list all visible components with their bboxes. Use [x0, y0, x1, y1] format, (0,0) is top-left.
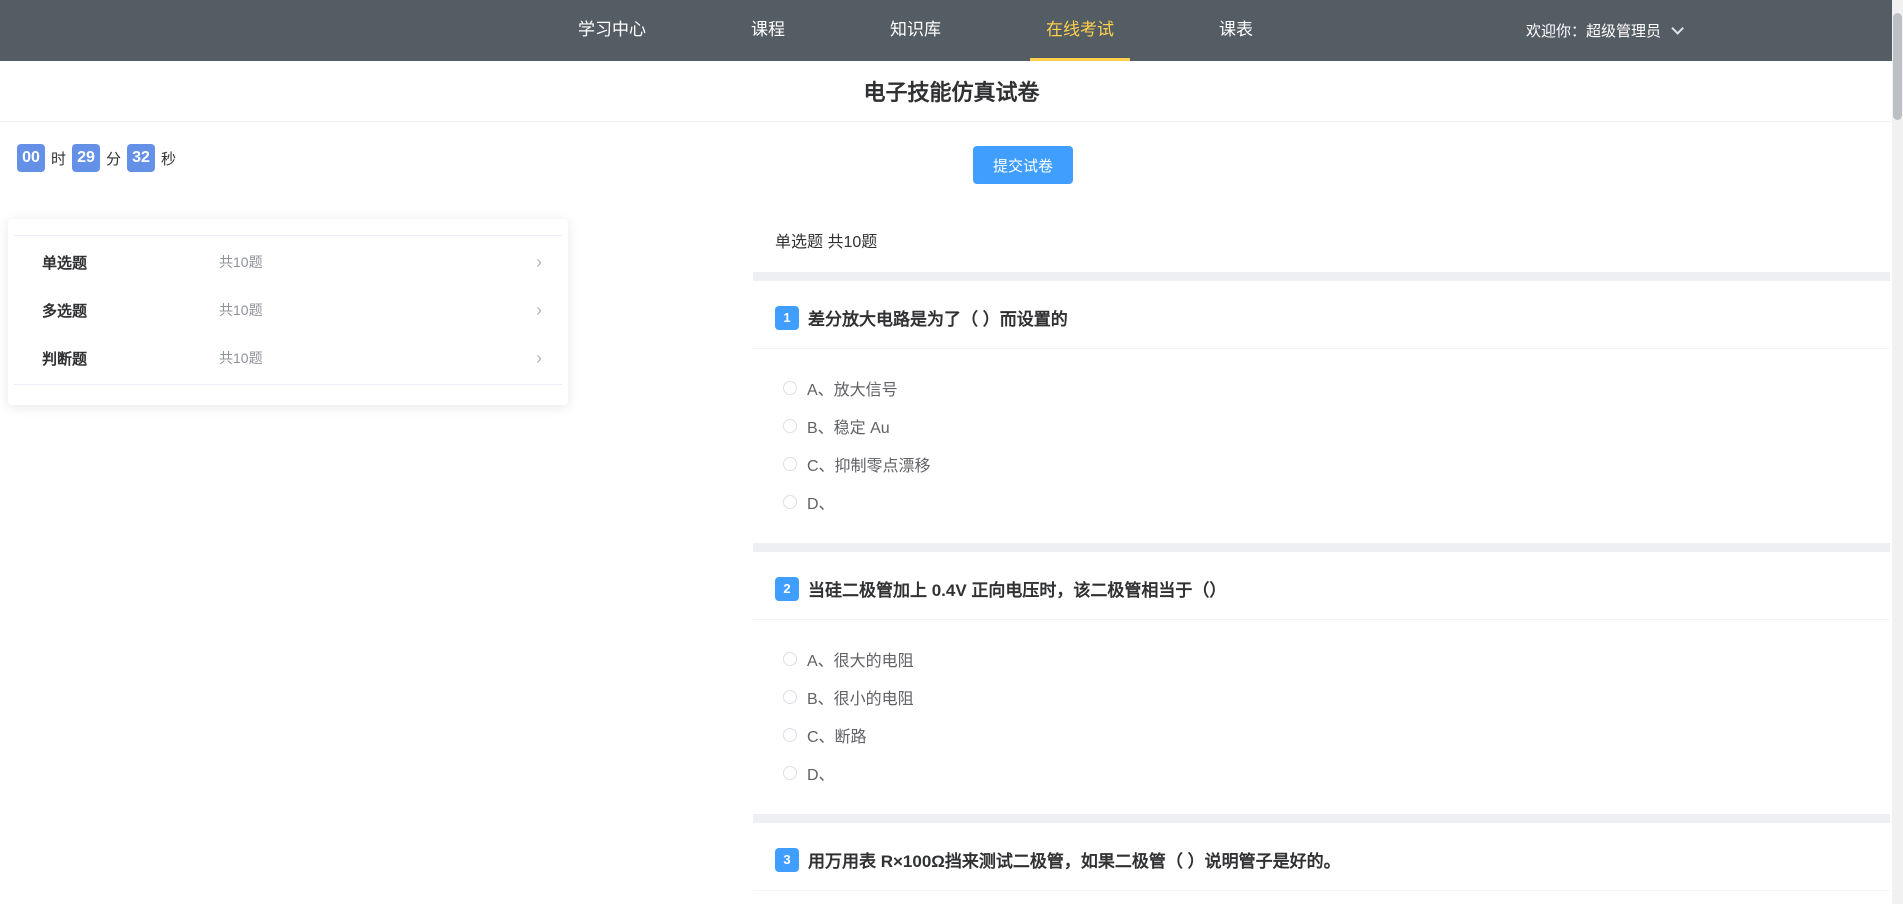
radio-button[interactable]	[783, 381, 797, 395]
radio-button[interactable]	[783, 690, 797, 704]
question-nav-card: 单选题 共10题 › 多选题 共10题 › 判断题 共10题 ›	[8, 219, 568, 405]
exam-timer: 00 时 29 分 32 秒	[17, 144, 176, 172]
options-list: A、放大信号 B、稳定 Au C、抑制零点漂移	[753, 349, 1890, 543]
main-nav: 学习中心 课程 知识库 在线考试 课表	[562, 0, 1269, 61]
radio-button[interactable]	[783, 495, 797, 509]
options-list: A、很大的电阻 B、很小的电阻 C、断路	[753, 620, 1890, 814]
welcome-text: 欢迎你：超级管理员	[1526, 20, 1661, 41]
toolbar-row: 00 时 29 分 32 秒 提交试卷	[0, 123, 1903, 200]
submit-exam-button[interactable]: 提交试卷	[973, 146, 1073, 184]
question-header: 1 差分放大电路是为了（ ）而设置的	[753, 281, 1890, 348]
answer-option[interactable]: C、断路	[783, 716, 1860, 754]
section-row[interactable]: 单选题 共10题 ›	[14, 238, 562, 286]
option-label: B、很小的电阻	[807, 685, 914, 709]
section-count: 共10题	[219, 252, 536, 272]
answer-option[interactable]: D、	[783, 754, 1860, 792]
exam-main-panel: 单选题 共10题 1 差分放大电路是为了（ ）而设置的 A、放大信号	[753, 207, 1890, 904]
section-label: 判断题	[42, 348, 219, 369]
nav-item[interactable]: 在线考试	[1030, 0, 1130, 61]
option-label: C、抑制零点漂移	[807, 452, 931, 476]
radio-button[interactable]	[783, 766, 797, 780]
question-card: 2 当硅二极管加上 0.4V 正向电压时，该二极管相当于（） A、很大的电阻	[753, 552, 1890, 814]
title-bar: 电子技能仿真试卷	[0, 61, 1903, 122]
timer-seconds: 32	[127, 144, 155, 172]
option-label: A、放大信号	[807, 376, 898, 400]
answer-option[interactable]: B、稳定 Au	[783, 407, 1860, 445]
section-header: 单选题 共10题	[753, 207, 1890, 272]
timer-minute-unit: 分	[106, 148, 121, 169]
user-menu[interactable]: 欢迎你：超级管理员	[1526, 0, 1680, 61]
scrollbar-track[interactable]	[1892, 0, 1903, 904]
radio-button[interactable]	[783, 652, 797, 666]
section-count: 共10题	[219, 300, 536, 320]
question-number-badge: 2	[775, 577, 799, 601]
timer-second-unit: 秒	[161, 148, 176, 169]
nav-item[interactable]: 课表	[1203, 0, 1269, 61]
chevron-right-icon: ›	[536, 349, 542, 367]
option-label: A、很大的电阻	[807, 647, 914, 671]
radio-button[interactable]	[783, 457, 797, 471]
section-label: 单选题	[42, 252, 219, 273]
question-header: 3 用万用表 R×100Ω挡来测试二极管，如果二极管（ ）说明管子是好的。	[753, 823, 1890, 890]
answer-option[interactable]: A、放大信号	[783, 369, 1860, 407]
radio-button[interactable]	[783, 728, 797, 742]
chevron-right-icon: ›	[536, 301, 542, 319]
timer-minutes: 29	[72, 144, 100, 172]
question-header: 2 当硅二极管加上 0.4V 正向电压时，该二极管相当于（）	[753, 552, 1890, 619]
options-list	[753, 891, 1890, 904]
option-label: B、稳定 Au	[807, 414, 890, 438]
chevron-down-icon	[1671, 22, 1684, 35]
question-list: 1 差分放大电路是为了（ ）而设置的 A、放大信号 B、稳定 Au	[753, 281, 1890, 904]
answer-option[interactable]: D、	[783, 483, 1860, 521]
section-row[interactable]: 多选题 共10题 ›	[14, 286, 562, 334]
scrollbar-thumb[interactable]	[1893, 13, 1902, 120]
answer-option[interactable]: A、很大的电阻	[783, 640, 1860, 678]
nav-item[interactable]: 学习中心	[562, 0, 662, 61]
option-label: C、断路	[807, 723, 867, 747]
top-navbar: 学习中心 课程 知识库 在线考试 课表 欢迎你：超级管理员	[0, 0, 1903, 61]
question-text: 当硅二极管加上 0.4V 正向电压时，该二极管相当于（）	[808, 576, 1226, 601]
chevron-right-icon: ›	[536, 253, 542, 271]
question-card: 1 差分放大电路是为了（ ）而设置的 A、放大信号 B、稳定 Au	[753, 281, 1890, 543]
question-text: 差分放大电路是为了（ ）而设置的	[808, 305, 1068, 330]
nav-item[interactable]: 课程	[735, 0, 801, 61]
section-count: 共10题	[219, 348, 536, 368]
answer-option[interactable]: B、很小的电阻	[783, 678, 1860, 716]
question-card: 3 用万用表 R×100Ω挡来测试二极管，如果二极管（ ）说明管子是好的。	[753, 823, 1890, 904]
page-title: 电子技能仿真试卷	[863, 75, 1039, 107]
option-label: D、	[807, 490, 835, 514]
question-text: 用万用表 R×100Ω挡来测试二极管，如果二极管（ ）说明管子是好的。	[808, 847, 1341, 872]
timer-hours: 00	[17, 144, 45, 172]
nav-item[interactable]: 知识库	[874, 0, 957, 61]
question-number-badge: 1	[775, 306, 799, 330]
question-number-badge: 3	[775, 848, 799, 872]
timer-hour-unit: 时	[51, 148, 66, 169]
section-header-text: 单选题 共10题	[775, 228, 877, 252]
answer-option[interactable]: C、抑制零点漂移	[783, 445, 1860, 483]
option-label: D、	[807, 761, 835, 785]
section-row[interactable]: 判断题 共10题 ›	[14, 334, 562, 382]
section-label: 多选题	[42, 300, 219, 321]
radio-button[interactable]	[783, 419, 797, 433]
section-list: 单选题 共10题 › 多选题 共10题 › 判断题 共10题 ›	[14, 235, 562, 385]
